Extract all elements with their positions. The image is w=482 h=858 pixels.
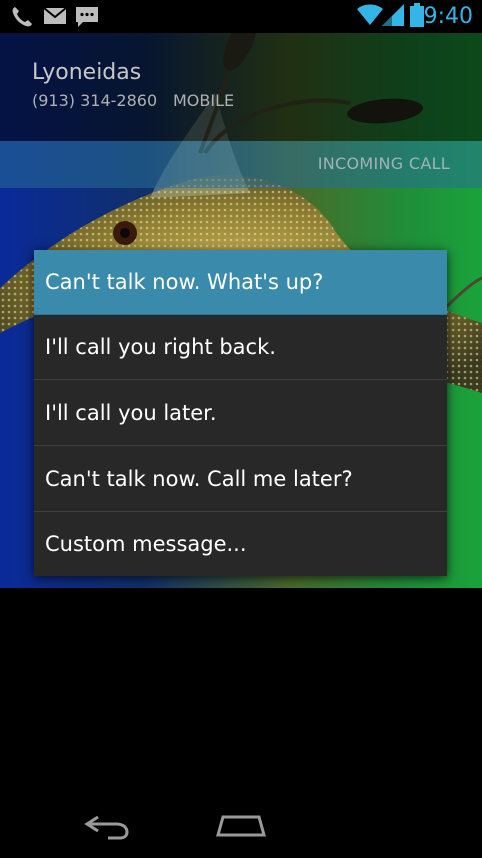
caller-number: (913) 314-2860 bbox=[32, 91, 158, 110]
navigation-bar bbox=[0, 790, 482, 858]
quick-response-option[interactable]: Can't talk now. What's up? bbox=[34, 250, 447, 315]
caller-name: Lyoneidas bbox=[32, 60, 142, 85]
quick-response-option[interactable]: Can't talk now. Call me later? bbox=[34, 447, 447, 512]
quick-response-dialog: Can't talk now. What's up? I'll call you… bbox=[34, 250, 447, 576]
quick-response-option[interactable]: I'll call you right back. bbox=[34, 315, 447, 380]
status-time: 9:40 bbox=[423, 4, 473, 29]
call-status-label: INCOMING CALL bbox=[317, 154, 450, 173]
quick-response-option[interactable]: I'll call you later. bbox=[34, 381, 447, 446]
incoming-call-screen: Lyoneidas (913) 314-2860 MOBILE INCOMING… bbox=[0, 0, 482, 858]
signal-icon bbox=[382, 4, 404, 30]
back-icon[interactable] bbox=[84, 814, 130, 844]
custom-message-option[interactable]: Custom message... bbox=[34, 512, 447, 577]
wifi-icon bbox=[357, 4, 383, 30]
gmail-icon bbox=[43, 7, 67, 29]
home-icon[interactable] bbox=[216, 814, 266, 842]
phone-icon bbox=[10, 5, 34, 33]
battery-icon bbox=[410, 3, 424, 31]
status-bar: 9:40 bbox=[0, 0, 482, 33]
sms-icon bbox=[75, 6, 99, 32]
caller-number-type: MOBILE bbox=[173, 91, 235, 110]
